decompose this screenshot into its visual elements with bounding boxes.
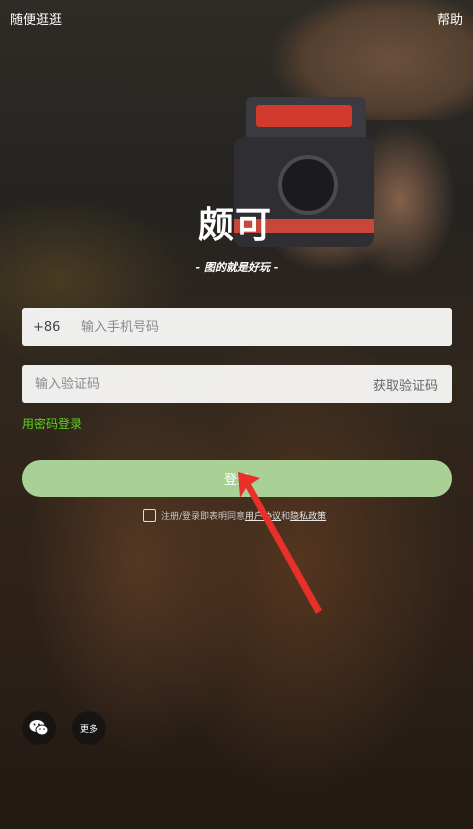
more-label: 更多 (79, 724, 98, 735)
more-login-options-button[interactable]: 更多 (72, 711, 106, 745)
slogan: - 图的就是好玩 - (195, 261, 279, 274)
verification-code-input[interactable] (33, 375, 373, 393)
logo-text: 颇可 (198, 204, 273, 246)
country-code-selector[interactable]: +86 (33, 320, 67, 335)
agreement-prefix: 注册/登录即表明同意 (161, 511, 246, 522)
verification-code-field[interactable]: 获取验证码 (22, 365, 452, 403)
password-login-link[interactable]: 用密码登录 (22, 415, 82, 432)
phone-field[interactable]: +86 (22, 308, 452, 346)
annotation-arrow-icon (238, 472, 322, 614)
phone-input[interactable] (79, 318, 452, 336)
get-code-button[interactable]: 获取验证码 (373, 375, 438, 394)
wechat-icon (29, 720, 49, 736)
browse-link[interactable]: 随便逛逛 (10, 9, 62, 28)
agreement-checkbox[interactable] (143, 508, 156, 522)
wechat-login-button[interactable] (22, 711, 56, 745)
help-link[interactable]: 帮助 (437, 9, 463, 28)
top-bar: 随便逛逛 帮助 (0, 0, 473, 36)
app-logo: 颇可 (198, 196, 278, 248)
